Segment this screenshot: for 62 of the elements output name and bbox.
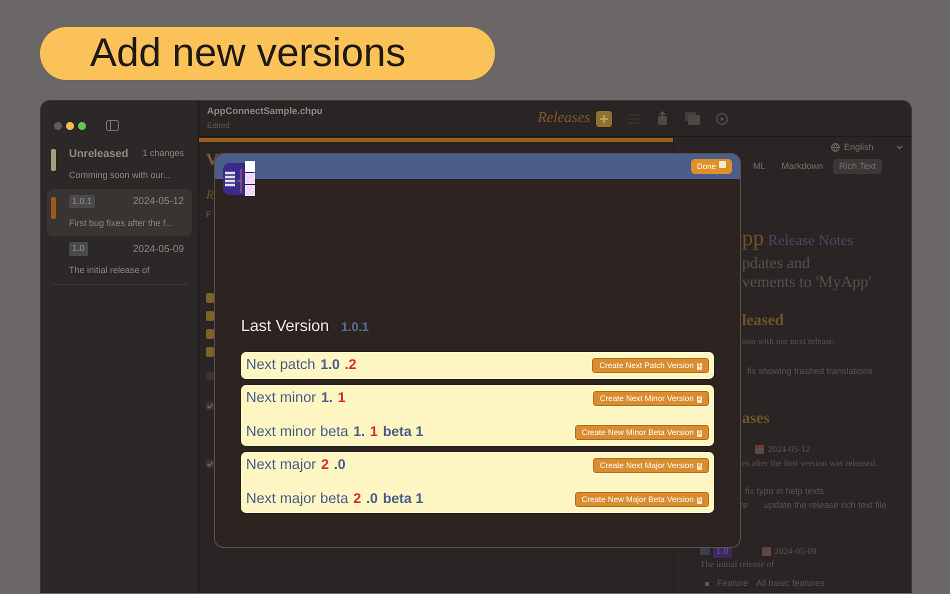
- format-tab[interactable]: ML: [747, 158, 772, 174]
- version-part: 1.: [321, 388, 333, 408]
- chevron-down-icon: [896, 145, 903, 150]
- section-heading: leased: [742, 311, 785, 331]
- version-label: Next patch: [246, 356, 316, 376]
- version-part: 2: [353, 489, 362, 508]
- editor-subheading: R: [206, 188, 215, 202]
- release-title: Unreleased: [69, 146, 128, 162]
- sidebar-item[interactable]: Unreleased 1 changes Comming soon with our...: [47, 141, 192, 188]
- headline: Add new versions: [40, 27, 495, 80]
- windows-icon[interactable]: [685, 112, 700, 125]
- version-badge: 1.0: [69, 242, 88, 256]
- version-label: Next major beta: [246, 490, 348, 510]
- play-icon[interactable]: [716, 112, 728, 124]
- last-version-number: 1.0.1: [341, 319, 369, 336]
- add-icon[interactable]: [596, 110, 612, 126]
- version-part: 2: [321, 455, 329, 474]
- sidebar-toggle-icon[interactable]: [106, 120, 119, 131]
- release-date: 2024-05-12: [132, 195, 184, 209]
- done-button[interactable]: Done: [690, 159, 732, 174]
- release-description: First bug fixes after the f...: [69, 216, 174, 230]
- version-part: .0: [334, 455, 346, 474]
- version-badge: 1.0.1: [69, 194, 96, 208]
- globe-icon: [831, 143, 840, 152]
- section-heading: ases: [742, 409, 771, 429]
- calendar-icon: [755, 445, 764, 454]
- version-part: beta 1: [382, 489, 424, 508]
- version-label: Next minor: [246, 389, 316, 408]
- sidebar-item[interactable]: 1.0 2024-05-09 The initial release of: [47, 236, 192, 284]
- editor-label: F: [206, 210, 212, 220]
- app-icon: [223, 161, 257, 197]
- version-part: beta 1: [382, 422, 424, 442]
- format-tab[interactable]: Rich Text: [833, 158, 882, 174]
- change-count: 1 changes: [142, 147, 184, 160]
- version-part: .0: [366, 489, 378, 508]
- bullet-icon: [705, 582, 709, 586]
- preview-title: Release Notes: [768, 232, 854, 251]
- close-icon[interactable]: [54, 122, 62, 130]
- share-icon[interactable]: [656, 111, 670, 126]
- version-label: Next major: [246, 456, 316, 476]
- minimize-icon[interactable]: [66, 122, 74, 130]
- version-label: Next minor beta: [246, 423, 348, 442]
- release-description: The initial release of: [69, 264, 151, 277]
- last-version-label: Last Version: [241, 317, 330, 337]
- version-part: 1.: [353, 422, 366, 442]
- release-date: 2024-05-09: [132, 242, 184, 256]
- version-part: 1.0: [320, 355, 340, 374]
- checkbox[interactable]: [206, 372, 214, 380]
- version-part: 1: [370, 422, 378, 442]
- document-title: AppConnectSample.chpu: [207, 105, 323, 120]
- toolbar-title: Releases: [538, 109, 590, 128]
- version-part: .2: [344, 355, 356, 374]
- app-name: pp: [742, 224, 764, 252]
- version-part: 1: [338, 388, 346, 408]
- checkbox[interactable]: [206, 402, 214, 410]
- release-description: Comming soon with our...: [69, 169, 172, 182]
- sidebar-item[interactable]: 1.0.1 2024-05-12 First bug fixes after the f...: [47, 188, 192, 236]
- checkbox[interactable]: [206, 460, 214, 468]
- language-menu[interactable]: English: [831, 141, 874, 154]
- format-tab[interactable]: Markdown: [776, 158, 830, 174]
- zoom-icon[interactable]: [78, 122, 86, 130]
- calendar-icon: [762, 546, 771, 556]
